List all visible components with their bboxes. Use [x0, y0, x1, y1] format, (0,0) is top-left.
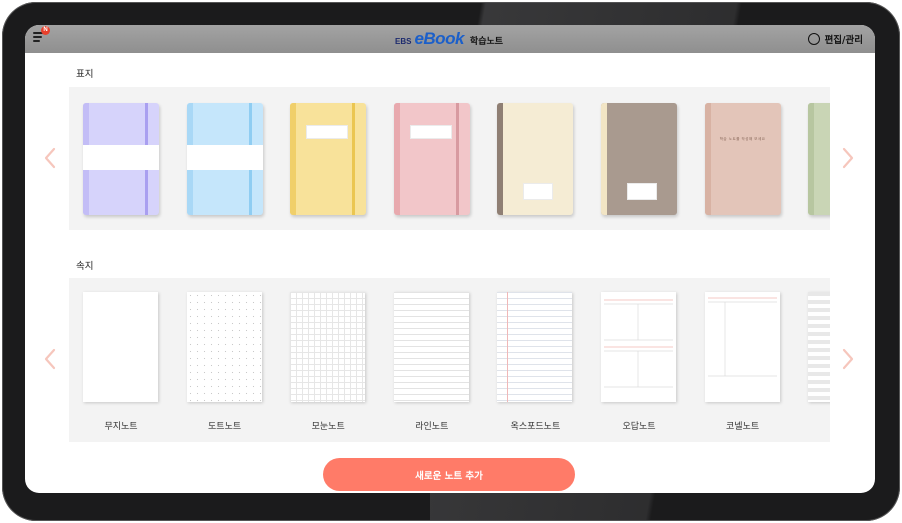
- cover-option[interactable]: [601, 103, 677, 215]
- brand-prefix: EBS: [395, 37, 412, 46]
- page-option-label: 코넬노트: [726, 422, 760, 432]
- page-option-label: 스: [801, 419, 830, 432]
- page-option[interactable]: [704, 292, 780, 402]
- cover-strap: [455, 103, 459, 215]
- edit-manage-label: 편집/관리: [824, 35, 863, 46]
- cover-title-tag: [627, 183, 657, 200]
- cover-spine: [601, 103, 607, 215]
- edit-manage-button[interactable]: 편집/관리: [807, 30, 863, 48]
- top-bar: N EBS eBook 학습노트 편집/관리: [25, 25, 875, 53]
- cover-option[interactable]: [393, 103, 470, 215]
- cover-title-tag: [306, 125, 349, 139]
- covers-prev-arrow[interactable]: [44, 147, 56, 169]
- wrong-note-layout: [604, 299, 673, 388]
- page-option[interactable]: [808, 292, 830, 402]
- page-option[interactable]: [83, 292, 158, 402]
- covers-next-arrow[interactable]: [842, 147, 854, 169]
- cover-strap: [352, 103, 356, 215]
- cornell-note-layout: [707, 297, 777, 377]
- page-option[interactable]: [497, 292, 573, 402]
- cover-option[interactable]: [290, 103, 367, 215]
- brand-subtitle: 학습노트: [469, 37, 504, 47]
- page-option-label: 라인노트: [415, 422, 449, 432]
- cover-option[interactable]: [808, 103, 830, 215]
- cover-option[interactable]: 학습 노트를 작성해 보세요: [704, 103, 781, 215]
- circle-icon: [807, 33, 820, 45]
- app-logo: EBS eBook 학습노트: [395, 29, 503, 49]
- page-option-label: 옥스포드노트: [510, 422, 561, 432]
- pages-next-arrow[interactable]: [842, 348, 854, 370]
- cover-label-band: [83, 145, 159, 170]
- cover-spine: [704, 103, 711, 215]
- cover-text: 학습 노트를 작성해 보세요: [719, 137, 766, 141]
- add-new-note-button[interactable]: 새로운 노트 추가: [323, 458, 575, 491]
- cover-title-tag: [523, 183, 554, 200]
- covers-section-title: 표지: [76, 69, 94, 80]
- page-option-label: 오답노트: [622, 422, 656, 432]
- app-screen: N EBS eBook 학습노트 편집/관리 표지 학습 노트를 작성해 보세요…: [25, 25, 875, 493]
- notification-badge: N: [41, 26, 50, 35]
- page-option[interactable]: [601, 292, 676, 402]
- pages-section-title: 속지: [76, 261, 94, 272]
- page-option-label: 도트노트: [208, 422, 242, 432]
- cover-title-tag: [409, 125, 452, 139]
- page-option[interactable]: [290, 292, 366, 402]
- page-option[interactable]: [186, 292, 262, 402]
- covers-carousel: 학습 노트를 작성해 보세요: [69, 87, 830, 230]
- cover-spine: [808, 103, 815, 215]
- cover-spine: [497, 103, 504, 215]
- cover-spine: [393, 103, 400, 215]
- cover-spine: [290, 103, 297, 215]
- page-option-label: 무지노트: [104, 422, 138, 432]
- brand-name: eBook: [414, 29, 464, 48]
- pages-prev-arrow[interactable]: [44, 348, 56, 370]
- page-option[interactable]: [393, 292, 469, 402]
- cover-option[interactable]: [497, 103, 574, 215]
- cover-label-band: [186, 145, 263, 170]
- cover-option[interactable]: [83, 103, 159, 215]
- pages-carousel: 무지노트 도트노트 모눈노트 라인노트 옥스포드노트 오답노트 코넬노트 스: [69, 278, 830, 442]
- cover-option[interactable]: [186, 103, 263, 215]
- page-option-label: 모눈노트: [311, 422, 345, 432]
